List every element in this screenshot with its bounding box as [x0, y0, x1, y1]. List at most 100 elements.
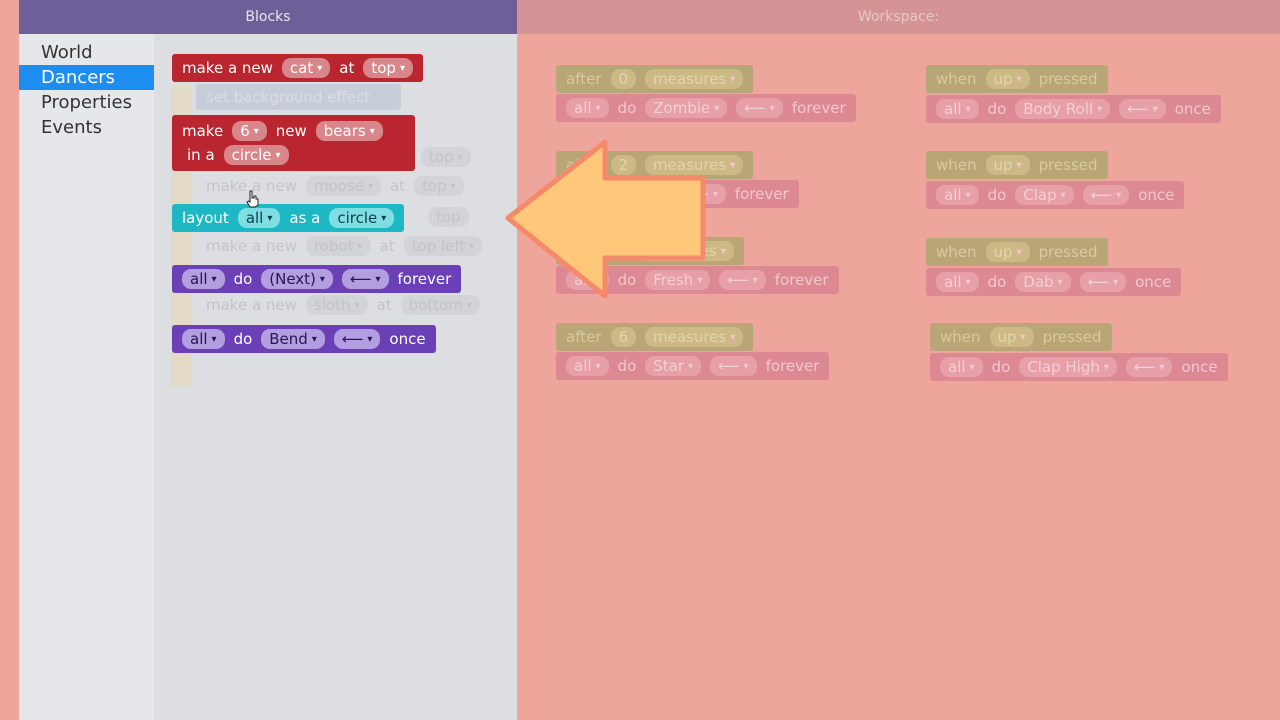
ws-when-hat-2[interactable]: when up ▾ pressed [926, 151, 1108, 179]
direction-dropdown[interactable]: ⟵▾ [736, 98, 783, 118]
dropdown-icon: ▾ [1016, 246, 1022, 258]
move-dropdown[interactable]: Zombie ▾ [645, 98, 728, 118]
key-dropdown[interactable]: up ▾ [985, 242, 1030, 262]
ghost-dropdown: top [428, 207, 469, 227]
group-dropdown[interactable]: all▾ [566, 356, 609, 376]
block-label: once [1135, 273, 1172, 291]
do-once-block[interactable]: all ▾ do Bend ▾ ⟵ ▾ once [172, 325, 436, 353]
block-label: pressed [1038, 243, 1098, 261]
move-dropdown[interactable]: Clap High ▾ [1019, 357, 1117, 377]
ghost-label: make a new [206, 296, 297, 314]
direction-dropdown[interactable]: ⟵▾ [1079, 272, 1127, 292]
ws-when-action-4[interactable]: all ▾ do Clap High ▾ ⟵ ▾ once [930, 353, 1228, 381]
direction-dropdown[interactable]: ⟵▾ [1119, 99, 1166, 119]
dropdown-icon: ▾ [595, 102, 601, 114]
count-dropdown[interactable]: 6 ▾ [232, 121, 267, 141]
dropdown-icon: ▾ [369, 125, 375, 137]
block-label: once [389, 330, 426, 348]
direction-dropdown[interactable]: ⟵▾ [1082, 185, 1130, 205]
block-label: at [339, 59, 355, 77]
measures-unit-dropdown[interactable]: measures▾ [645, 69, 744, 89]
key-dropdown[interactable]: up ▾ [985, 155, 1030, 175]
ghost-make-moose-block: make a new moose ▾ at top ▾ [196, 172, 474, 200]
do-forever-block[interactable]: all ▾ do (Next) ▾ ⟵ ▾ forever [172, 265, 462, 293]
dropdown-icon: ▾ [714, 102, 720, 114]
shape-dropdown[interactable]: circle ▾ [223, 145, 289, 165]
dropdown-icon: ▾ [743, 360, 749, 372]
ws-after-hat-1[interactable]: after 0 measures ▾ [556, 65, 754, 93]
direction-dropdown[interactable]: ⟵▾ [1125, 357, 1173, 377]
ws-when-hat-4[interactable]: when up ▾ pressed [930, 323, 1112, 351]
group-dropdown[interactable]: all▾ [936, 99, 979, 119]
dropdown-icon: ▾ [211, 273, 217, 285]
key-dropdown[interactable]: up ▾ [989, 327, 1034, 347]
ws-after-hat-4[interactable]: after 6 measures ▾ [556, 323, 754, 351]
group-dropdown[interactable]: all▾ [182, 269, 225, 289]
make-group-block[interactable]: make 6 ▾ new bears ▾ in a circle ▾ [172, 115, 415, 171]
direction-dropdown[interactable]: ⟵▾ [719, 270, 766, 290]
measures-dropdown[interactable]: 6 [610, 327, 637, 347]
make-group-row-2: in a circle ▾ [182, 145, 289, 165]
move-dropdown[interactable]: Bend ▾ [261, 329, 325, 349]
blocks-header: Blocks [19, 0, 517, 34]
ws-when-action-2[interactable]: all ▾ do Clap ▾ ⟵ ▾ once [926, 181, 1185, 209]
block-label: do [991, 358, 1011, 376]
ws-when-action-3[interactable]: all ▾ do Dab ▾ ⟵ ▾ once [926, 268, 1182, 296]
dropdown-icon: ▾ [1097, 103, 1103, 115]
make-new-dancer-block[interactable]: make a new cat ▾ at top ▾ [172, 54, 423, 82]
dropdown-icon: ▾ [720, 245, 726, 257]
ghost-dropdown: moose ▾ [305, 176, 381, 196]
move-dropdown[interactable]: Clap ▾ [1015, 185, 1074, 205]
block-label: forever [774, 271, 829, 289]
ws-after-action-1[interactable]: all ▾ do Zombie ▾ ⟵ ▾ forever [556, 94, 856, 122]
dropdown-icon: ▾ [1152, 103, 1158, 115]
ghost-set-background-block: set background effect [196, 84, 401, 110]
layout-block[interactable]: layout all ▾ as a circle ▾ [172, 204, 405, 232]
ghost-dropdown: bottom ▾ [400, 295, 480, 315]
dropdown-icon: ▾ [375, 273, 381, 285]
ws-after-action-4[interactable]: all ▾ do Star ▾ ⟵ ▾ forever [556, 352, 830, 380]
group-dropdown[interactable]: all▾ [237, 208, 281, 228]
measures-unit-dropdown[interactable]: measures▾ [645, 327, 744, 347]
move-dropdown[interactable]: Star ▾ [645, 356, 702, 376]
ws-when-hat-3[interactable]: when up ▾ pressed [926, 238, 1108, 266]
category-dancers[interactable]: Dancers [19, 65, 154, 90]
block-label: pressed [1038, 156, 1098, 174]
ws-when-action-1[interactable]: all ▾ do Body Roll ▾ ⟵ ▾ once [926, 95, 1221, 123]
ghost-label: at [376, 296, 392, 314]
dropdown-icon: ▾ [595, 360, 601, 372]
direction-dropdown[interactable]: ⟵▾ [341, 269, 389, 289]
category-properties[interactable]: Properties [19, 90, 154, 115]
direction-dropdown[interactable]: ⟵▾ [333, 329, 381, 349]
ghost-label: at [389, 177, 406, 195]
measures-dropdown[interactable]: 0 [610, 69, 637, 89]
dropdown-icon: ▾ [965, 276, 971, 288]
animal-dropdown[interactable]: cat ▾ [281, 58, 331, 78]
block-label: do [617, 357, 637, 375]
dropdown-icon: ▾ [1116, 189, 1122, 201]
move-dropdown[interactable]: (Next) ▾ [261, 269, 333, 289]
group-dropdown[interactable]: all▾ [940, 357, 983, 377]
category-events[interactable]: Events [19, 115, 154, 140]
block-label: make [182, 122, 224, 140]
group-dropdown[interactable]: all▾ [182, 329, 225, 349]
shape-dropdown[interactable]: circle ▾ [329, 208, 395, 228]
ws-when-hat-1[interactable]: when up ▾ pressed [926, 65, 1108, 93]
position-dropdown[interactable]: top ▾ [363, 58, 413, 78]
block-label: once [1181, 358, 1218, 376]
dropdown-icon: ▾ [399, 62, 405, 74]
block-label: as a [289, 209, 321, 227]
block-label: layout [182, 209, 229, 227]
dropdown-icon: ▾ [965, 103, 971, 115]
group-dropdown[interactable]: all▾ [936, 272, 979, 292]
direction-dropdown[interactable]: ⟵▾ [710, 356, 757, 376]
animal-dropdown[interactable]: bears ▾ [315, 121, 383, 141]
group-dropdown[interactable]: all▾ [936, 185, 979, 205]
category-label: World [41, 42, 93, 63]
move-dropdown[interactable]: Dab ▾ [1015, 272, 1071, 292]
category-world[interactable]: World [19, 40, 154, 65]
move-dropdown[interactable]: Body Roll ▾ [1015, 99, 1111, 119]
ghost-label: at [379, 237, 395, 255]
key-dropdown[interactable]: up ▾ [985, 69, 1030, 89]
group-dropdown[interactable]: all▾ [566, 98, 609, 118]
